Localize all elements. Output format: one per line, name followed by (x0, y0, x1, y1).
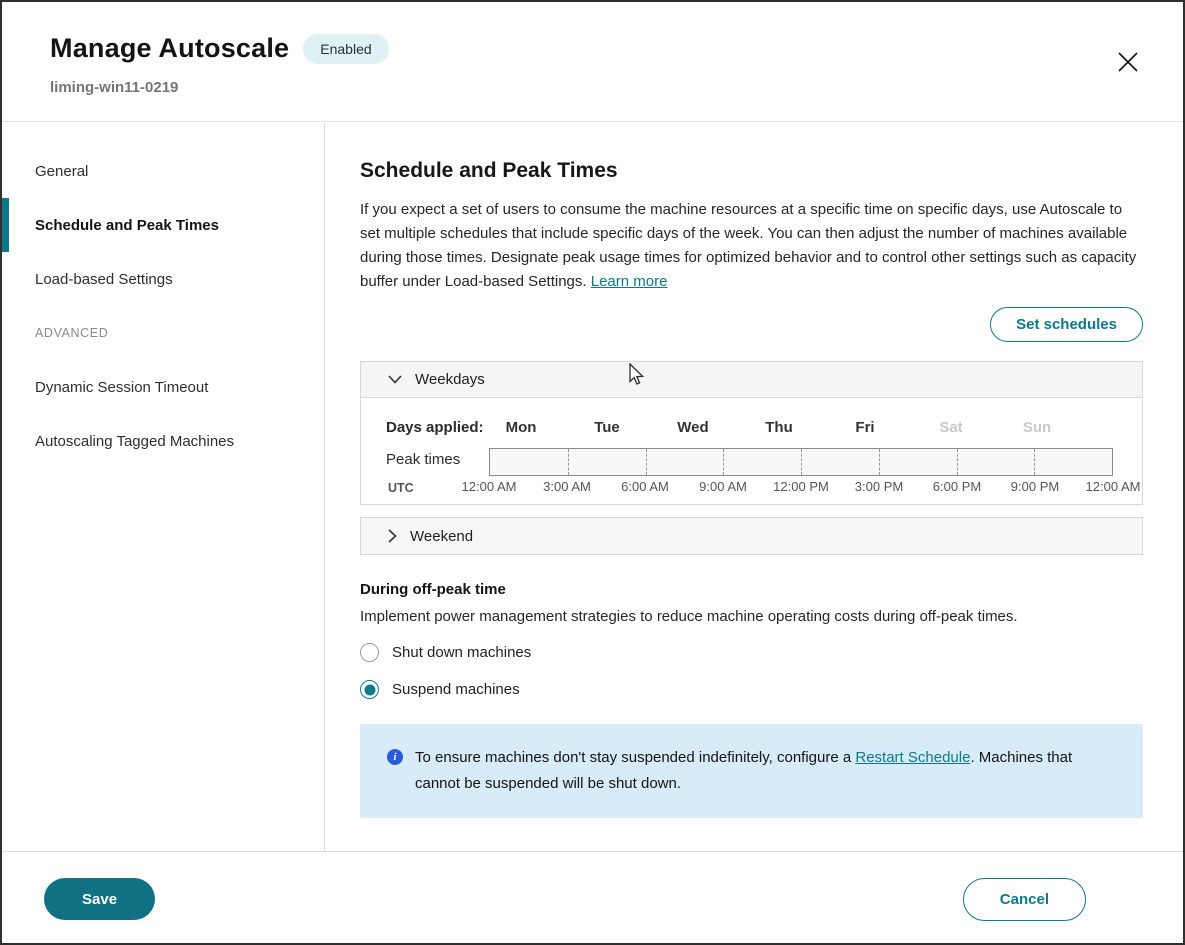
sidebar-item-label: General (35, 163, 88, 180)
save-button[interactable]: Save (44, 878, 155, 920)
day-sun: Sun (994, 419, 1080, 436)
day-tue: Tue (564, 419, 650, 436)
weekdays-panel-header[interactable]: Weekdays (361, 362, 1142, 398)
sidebar-item-schedule-and-peak-times[interactable]: Schedule and Peak Times (2, 198, 324, 252)
time-tick-label: 3:00 AM (543, 479, 591, 494)
main-panel: Schedule and Peak Times If you expect a … (326, 123, 1183, 851)
manage-autoscale-dialog: Manage Autoscale Enabled liming-win11-02… (0, 0, 1185, 945)
section-title: Schedule and Peak Times (360, 159, 1143, 183)
time-tick-label: 9:00 PM (1011, 479, 1059, 494)
timeline-tick (801, 449, 802, 475)
cancel-button[interactable]: Cancel (963, 878, 1086, 921)
time-tick-label: 12:00 PM (773, 479, 829, 494)
info-banner-text: To ensure machines don't stay suspended … (415, 745, 1113, 797)
sidebar-section-advanced: ADVANCED (2, 306, 324, 360)
chevron-down-icon (388, 375, 402, 384)
timeline-tick (568, 449, 569, 475)
weekend-panel-title: Weekend (410, 528, 473, 545)
timezone-label: UTC (388, 481, 414, 495)
day-thu: Thu (736, 419, 822, 436)
weekdays-panel-title: Weekdays (415, 371, 485, 388)
day-mon: Mon (478, 419, 564, 436)
status-badge: Enabled (303, 34, 388, 64)
peak-times-label: Peak times (386, 451, 460, 468)
days-applied-label: Days applied: (386, 419, 484, 436)
time-tick-label: 6:00 AM (621, 479, 669, 494)
timeline-tick (1034, 449, 1035, 475)
off-peak-title: During off-peak time (360, 581, 1143, 598)
day-sat: Sat (908, 419, 994, 436)
delivery-group-name: liming-win11-0219 (50, 79, 178, 96)
timeline-tick (646, 449, 647, 475)
time-tick-label: 6:00 PM (933, 479, 981, 494)
sidebar: General Schedule and Peak Times Load-bas… (2, 123, 325, 851)
radio-label: Suspend machines (392, 681, 520, 698)
days-row: Mon Tue Wed Thu Fri Sat Sun (478, 419, 1080, 436)
learn-more-link[interactable]: Learn more (591, 273, 668, 290)
time-tick-label: 3:00 PM (855, 479, 903, 494)
sidebar-item-label: Dynamic Session Timeout (35, 379, 208, 396)
day-fri: Fri (822, 419, 908, 436)
timeline-tick (957, 449, 958, 475)
info-text-before-link: To ensure machines don't stay suspended … (415, 749, 855, 766)
section-description: If you expect a set of users to consume … (360, 198, 1143, 294)
close-button[interactable] (1113, 48, 1143, 78)
sidebar-section-label: ADVANCED (35, 326, 108, 340)
set-schedules-button[interactable]: Set schedules (990, 307, 1143, 342)
radio-suspend-machines[interactable]: Suspend machines (360, 680, 1143, 699)
page-title: Manage Autoscale (50, 33, 289, 64)
radio-icon (360, 680, 379, 699)
peak-times-timeline[interactable] (489, 448, 1113, 476)
timeline-tick (723, 449, 724, 475)
radio-shut-down-machines[interactable]: Shut down machines (360, 643, 1143, 662)
chevron-right-icon (388, 529, 397, 543)
restart-schedule-link[interactable]: Restart Schedule (855, 749, 970, 766)
weekdays-panel-body: Days applied: Mon Tue Wed Thu Fri Sat Su… (361, 398, 1142, 504)
day-wed: Wed (650, 419, 736, 436)
sidebar-item-label: Autoscaling Tagged Machines (35, 433, 234, 450)
sidebar-item-dynamic-session-timeout[interactable]: Dynamic Session Timeout (2, 360, 324, 414)
time-tick-label: 12:00 AM (1086, 479, 1141, 494)
weekend-panel-header[interactable]: Weekend (361, 518, 1142, 554)
close-icon (1115, 49, 1141, 75)
weekend-panel: Weekend (360, 517, 1143, 555)
sidebar-item-label: Schedule and Peak Times (35, 217, 219, 234)
sidebar-item-autoscaling-tagged-machines[interactable]: Autoscaling Tagged Machines (2, 414, 324, 468)
sidebar-item-load-based-settings[interactable]: Load-based Settings (2, 252, 324, 306)
time-tick-label: 12:00 AM (462, 479, 517, 494)
time-tick-label: 9:00 AM (699, 479, 747, 494)
radio-icon (360, 643, 379, 662)
timeline-tick (879, 449, 880, 475)
sidebar-item-label: Load-based Settings (35, 271, 173, 288)
dialog-header: Manage Autoscale Enabled liming-win11-02… (2, 2, 1183, 122)
info-icon: i (387, 749, 403, 765)
time-axis: 12:00 AM 3:00 AM 6:00 AM 9:00 AM 12:00 P… (489, 479, 1113, 495)
radio-label: Shut down machines (392, 644, 531, 661)
description-text: If you expect a set of users to consume … (360, 201, 1136, 290)
off-peak-description: Implement power management strategies to… (360, 608, 1143, 625)
info-banner: i To ensure machines don't stay suspende… (360, 724, 1143, 818)
sidebar-item-general[interactable]: General (2, 144, 324, 198)
weekdays-panel: Weekdays Days applied: Mon Tue Wed Thu F… (360, 361, 1143, 505)
dialog-footer: Save Cancel (2, 851, 1183, 943)
